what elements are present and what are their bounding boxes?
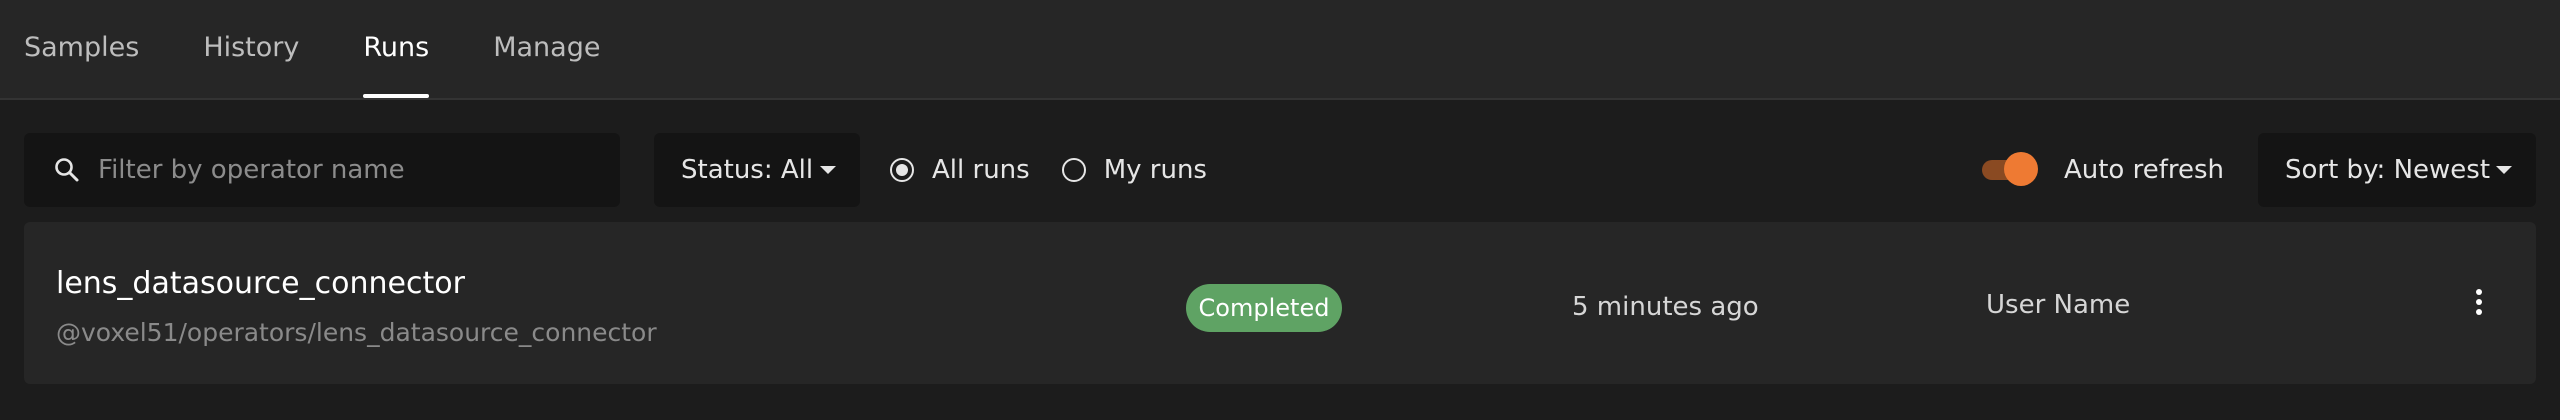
run-user: User Name — [1986, 290, 2131, 320]
search-placeholder: Filter by operator name — [98, 155, 405, 185]
search-input[interactable]: Filter by operator name — [24, 133, 620, 207]
more-options-icon[interactable] — [2464, 282, 2494, 322]
radio-all-runs-label: All runs — [932, 155, 1030, 185]
runs-toolbar: Filter by operator name Status: All All … — [24, 133, 2536, 207]
run-scope-radio-group: All runs My runs — [890, 155, 1239, 185]
run-operator-uri: @voxel51/operators/lens_datasource_conne… — [56, 318, 657, 347]
radio-checked-icon — [890, 158, 914, 182]
run-row[interactable]: lens_datasource_connector @voxel51/opera… — [24, 222, 2536, 384]
tab-runs[interactable]: Runs — [363, 0, 429, 98]
radio-my-runs-label: My runs — [1103, 155, 1207, 185]
auto-refresh-control: Auto refresh — [1980, 152, 2224, 188]
status-badge: Completed — [1186, 284, 1342, 332]
tab-manage[interactable]: Manage — [493, 0, 600, 98]
tab-history[interactable]: History — [203, 0, 299, 98]
caret-down-icon — [2496, 166, 2512, 174]
auto-refresh-label: Auto refresh — [2063, 155, 2224, 185]
toggle-knob — [2003, 152, 2038, 186]
status-filter-label: Status: All — [681, 155, 814, 185]
radio-all-runs[interactable]: All runs — [890, 155, 1030, 185]
radio-unchecked-icon — [1061, 158, 1086, 182]
caret-down-icon — [820, 166, 836, 174]
tab-samples[interactable]: Samples — [24, 0, 139, 98]
sort-dropdown[interactable]: Sort by: Newest — [2258, 133, 2536, 207]
auto-refresh-toggle[interactable] — [1980, 152, 2038, 188]
status-filter-dropdown[interactable]: Status: All — [654, 133, 860, 207]
radio-my-runs[interactable]: My runs — [1061, 155, 1207, 185]
tab-bar: Samples History Runs Manage — [0, 0, 2560, 100]
sort-label: Sort by: Newest — [2285, 155, 2491, 185]
run-timestamp: 5 minutes ago — [1572, 292, 1759, 322]
run-operator-name: lens_datasource_connector — [56, 266, 465, 301]
search-icon — [55, 158, 79, 182]
